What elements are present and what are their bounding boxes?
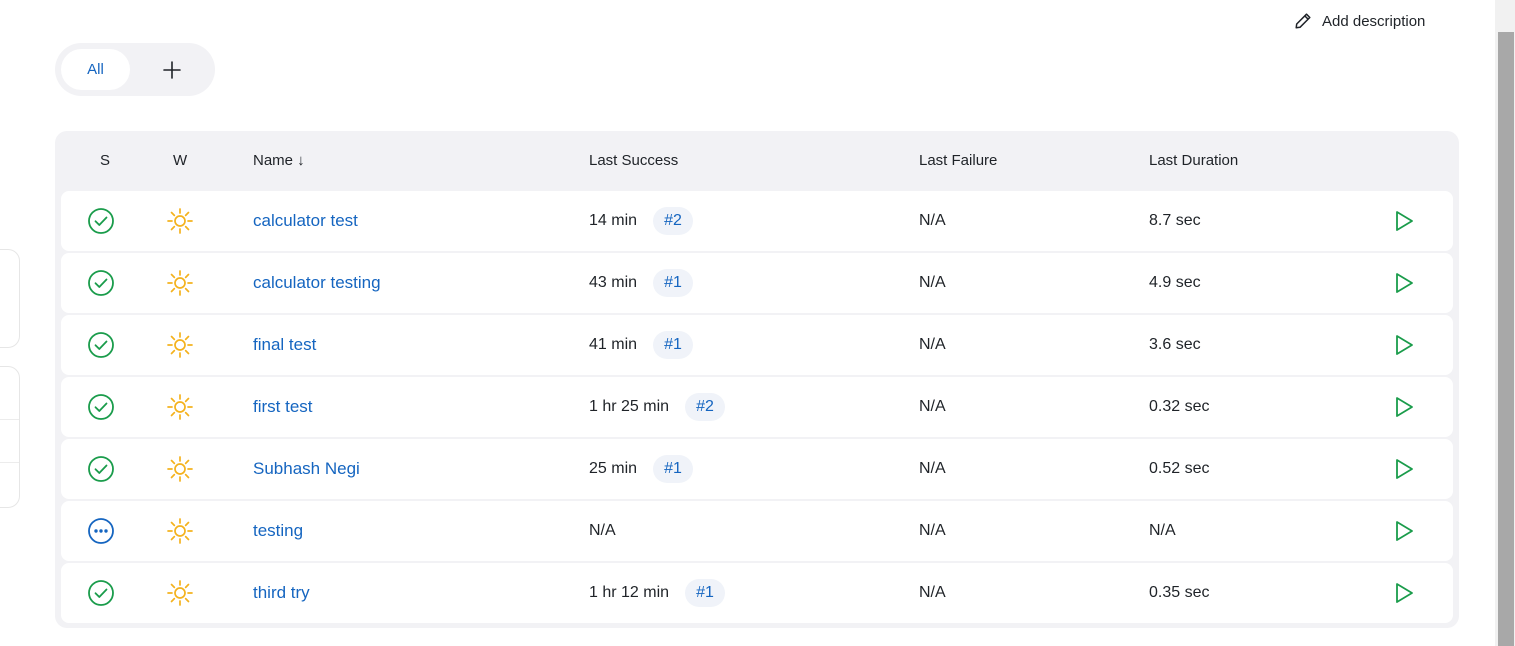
status-success-icon[interactable] [87,579,115,607]
build-number-badge[interactable]: #1 [653,269,694,297]
status-success-icon[interactable] [87,207,115,235]
schedule-build-play-icon[interactable] [1392,333,1416,357]
job-name-link[interactable]: calculator testing [253,273,381,293]
add-description-label: Add description [1322,12,1426,30]
last-duration-value: N/A [1149,522,1176,539]
build-number-badge[interactable]: #2 [653,207,694,235]
column-header-status[interactable]: S [100,152,110,169]
last-success-time: 1 hr 12 min [589,584,670,601]
build-number-badge[interactable]: #1 [653,455,694,483]
view-tabs: All [55,43,215,96]
last-success-cell: 41 min #1 [589,315,694,375]
last-failure-value: N/A [919,522,946,539]
last-duration-value: 4.9 sec [1149,274,1201,291]
job-name-link[interactable]: first test [253,397,313,417]
weather-sunny-icon[interactable] [166,269,194,297]
table-row: testing N/A N/A N/A [61,501,1453,561]
last-success-cell: 25 min #1 [589,439,694,499]
build-number-badge[interactable]: #2 [685,393,726,421]
status-not-built-icon[interactable] [87,517,115,545]
last-success-cell: 1 hr 25 min #2 [589,377,726,437]
last-failure-value: N/A [919,212,946,229]
last-success-cell: N/A [589,501,616,561]
job-name-link[interactable]: third try [253,583,310,603]
last-duration-value: 8.7 sec [1149,212,1201,229]
column-header-weather[interactable]: W [173,152,187,169]
weather-sunny-icon[interactable] [166,455,194,483]
last-success-time: 14 min [589,212,638,229]
column-header-last-success[interactable]: Last Success [589,152,678,169]
last-success-time: 25 min [589,460,638,477]
table-row: Subhash Negi 25 min #1 N/A 0.52 sec [61,439,1453,499]
table-row: first test 1 hr 25 min #2 N/A 0.32 sec [61,377,1453,437]
last-failure-value: N/A [919,460,946,477]
last-failure-value: N/A [919,274,946,291]
side-panel-bottom [0,366,20,508]
build-number-badge[interactable]: #1 [685,579,726,607]
last-duration-value: 0.35 sec [1149,584,1210,601]
last-duration-value: 0.32 sec [1149,398,1210,415]
table-row: final test 41 min #1 N/A 3.6 sec [61,315,1453,375]
add-description-button[interactable]: Add description [1293,9,1425,33]
status-success-icon[interactable] [87,393,115,421]
schedule-build-play-icon[interactable] [1392,519,1416,543]
last-failure-value: N/A [919,584,946,601]
weather-sunny-icon[interactable] [166,579,194,607]
status-success-icon[interactable] [87,331,115,359]
schedule-build-play-icon[interactable] [1392,581,1416,605]
table-row: calculator test 14 min #2 N/A 8.7 sec [61,191,1453,251]
last-success-cell: 1 hr 12 min #1 [589,563,726,623]
column-header-last-failure[interactable]: Last Failure [919,152,997,169]
tab-all[interactable]: All [61,49,130,90]
last-duration-value: 0.52 sec [1149,460,1210,477]
table-row: third try 1 hr 12 min #1 N/A 0.35 sec [61,563,1453,623]
last-failure-value: N/A [919,398,946,415]
schedule-build-play-icon[interactable] [1392,395,1416,419]
side-panel-divider [0,462,19,463]
last-success-cell: 14 min #2 [589,191,694,251]
jobs-table: S W Name ↓ Last Success Last Failure Las… [55,131,1459,628]
tab-all-label: All [87,61,104,78]
schedule-build-play-icon[interactable] [1392,209,1416,233]
last-success-time: N/A [589,522,616,539]
weather-sunny-icon[interactable] [166,331,194,359]
pencil-icon [1295,13,1311,29]
job-name-link[interactable]: testing [253,521,303,541]
job-name-link[interactable]: Subhash Negi [253,459,360,479]
page-scrollbar[interactable] [1495,0,1515,646]
table-body: calculator test 14 min #2 N/A 8.7 sec ca… [61,191,1453,625]
weather-sunny-icon[interactable] [166,207,194,235]
column-header-last-duration[interactable]: Last Duration [1149,152,1238,169]
job-name-link[interactable]: calculator test [253,211,358,231]
weather-sunny-icon[interactable] [166,517,194,545]
status-success-icon[interactable] [87,455,115,483]
side-panel-divider [0,419,19,420]
table-row: calculator testing 43 min #1 N/A 4.9 sec [61,253,1453,313]
last-success-time: 1 hr 25 min [589,398,670,415]
schedule-build-play-icon[interactable] [1392,271,1416,295]
last-success-time: 43 min [589,274,638,291]
job-name-link[interactable]: final test [253,335,316,355]
last-failure-value: N/A [919,336,946,353]
scrollbar-thumb[interactable] [1498,32,1514,646]
table-header: S W Name ↓ Last Success Last Failure Las… [55,131,1459,191]
add-view-button[interactable] [157,55,187,85]
column-header-name[interactable]: Name ↓ [253,152,305,169]
plus-icon [163,61,181,79]
build-number-badge[interactable]: #1 [653,331,694,359]
last-success-time: 41 min [589,336,638,353]
schedule-build-play-icon[interactable] [1392,457,1416,481]
last-success-cell: 43 min #1 [589,253,694,313]
weather-sunny-icon[interactable] [166,393,194,421]
last-duration-value: 3.6 sec [1149,336,1201,353]
status-success-icon[interactable] [87,269,115,297]
side-panel-top [0,249,20,348]
